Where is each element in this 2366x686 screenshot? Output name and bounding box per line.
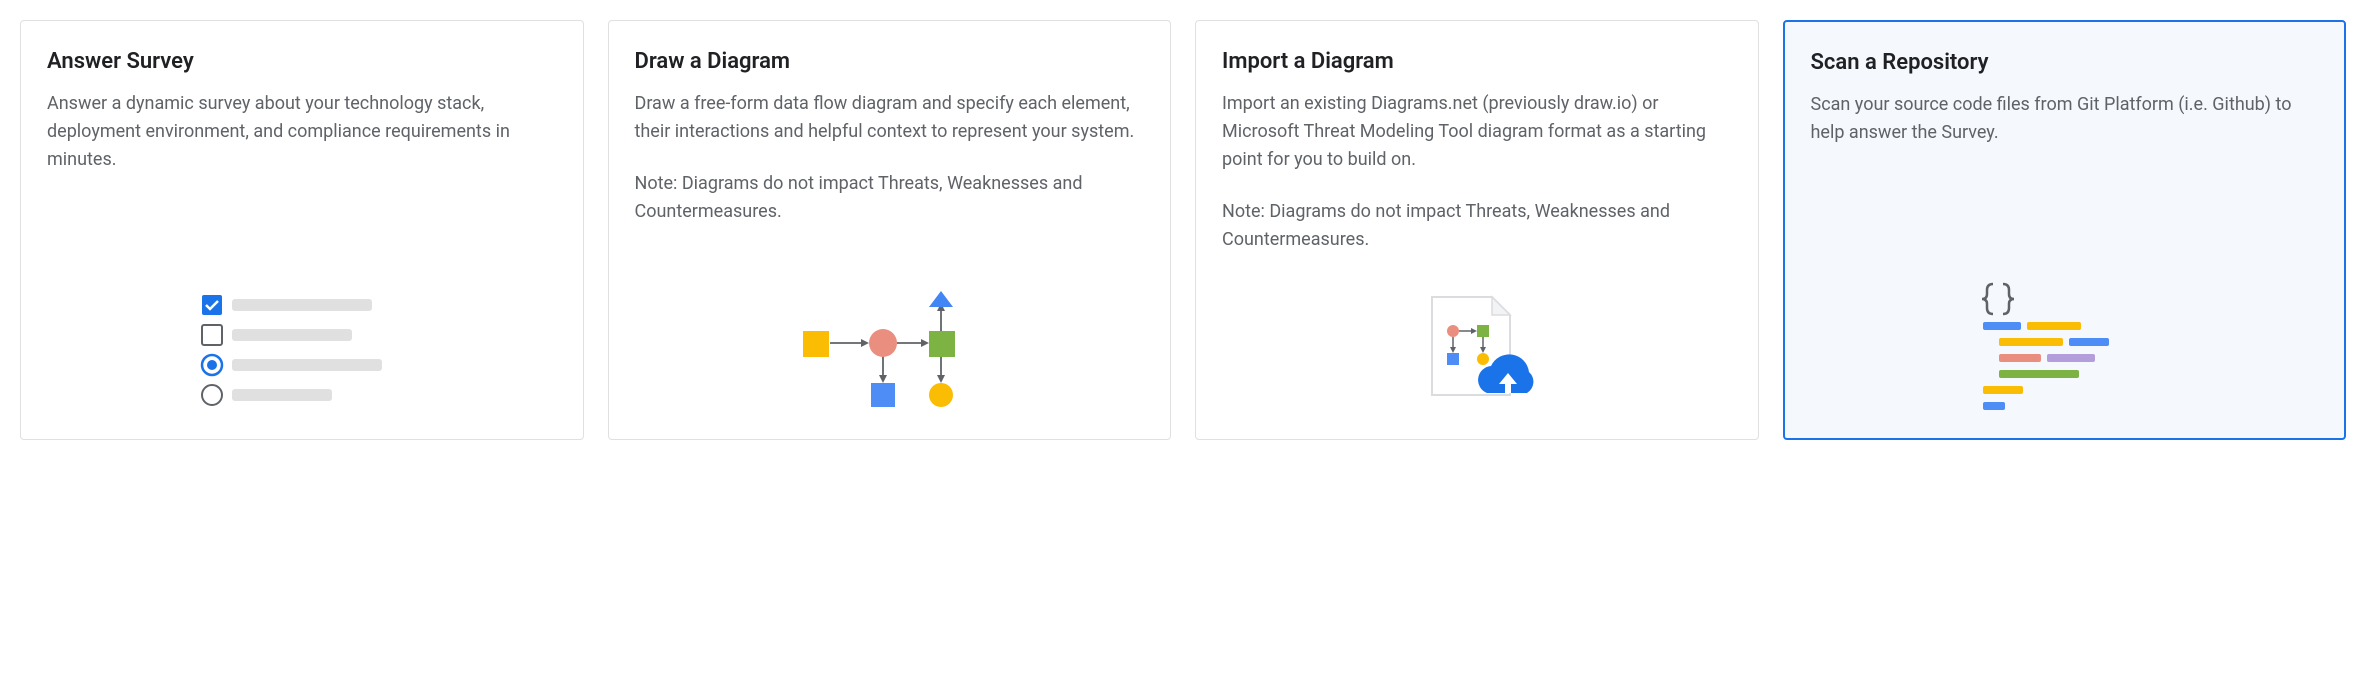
card-title: Draw a Diagram (635, 49, 1145, 74)
card-note: Note: Diagrams do not impact Threats, We… (635, 170, 1145, 226)
card-import-diagram[interactable]: Import a Diagram Import an existing Diag… (1195, 20, 1759, 440)
card-description: Scan your source code files from Git Pla… (1811, 91, 2319, 147)
card-note: Note: Diagrams do not impact Threats, We… (1222, 198, 1732, 254)
card-title: Answer Survey (47, 49, 557, 74)
card-title: Scan a Repository (1811, 50, 2319, 75)
diagram-icon (779, 291, 999, 411)
card-scan-repository[interactable]: Scan a Repository Scan your source code … (1783, 20, 2347, 440)
survey-illustration (47, 271, 557, 411)
import-icon (1387, 291, 1567, 411)
card-description: Import an existing Diagrams.net (previou… (1222, 90, 1732, 174)
option-cards: Answer Survey Answer a dynamic survey ab… (20, 20, 2346, 440)
code-icon (1979, 280, 2149, 410)
card-title: Import a Diagram (1222, 49, 1732, 74)
card-description: Answer a dynamic survey about your techn… (47, 90, 557, 174)
survey-icon (192, 291, 412, 411)
code-illustration (1811, 260, 2319, 410)
card-description: Draw a free-form data flow diagram and s… (635, 90, 1145, 146)
diagram-illustration (635, 271, 1145, 411)
card-draw-diagram[interactable]: Draw a Diagram Draw a free-form data flo… (608, 20, 1172, 440)
card-answer-survey[interactable]: Answer Survey Answer a dynamic survey ab… (20, 20, 584, 440)
import-illustration (1222, 271, 1732, 411)
